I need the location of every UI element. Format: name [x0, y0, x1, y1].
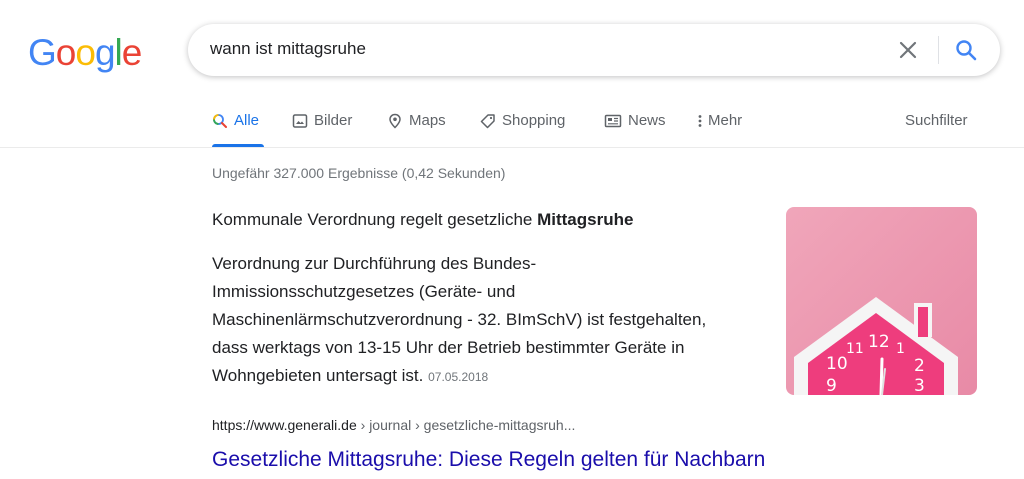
tab-maps[interactable]: Maps [387, 112, 446, 129]
tab-alle[interactable]: Alle [212, 112, 259, 129]
result-title-link[interactable]: Gesetzliche Mittagsruhe: Diese Regeln ge… [212, 448, 765, 472]
svg-text:2: 2 [914, 356, 925, 376]
header-divider [0, 147, 1024, 148]
tab-label: Alle [234, 112, 260, 129]
logo-letter: l [114, 32, 123, 73]
result-breadcrumb: › journal › gesetzliche-mittagsruh... [356, 417, 576, 433]
clear-button[interactable] [892, 34, 924, 66]
svg-text:9: 9 [826, 376, 837, 395]
logo-letter: e [121, 32, 143, 73]
tab-label: Shopping [502, 112, 566, 129]
result-url[interactable]: https://www.generali.de › journal › gese… [212, 417, 575, 433]
image-icon [292, 113, 308, 128]
logo-letter: G [28, 32, 57, 73]
search-icon [213, 113, 227, 128]
google-logo[interactable]: Google [28, 32, 143, 74]
logo-letter: o [55, 32, 77, 73]
snippet-thumbnail[interactable]: 12 1 11 10 2 9 3 [786, 207, 977, 395]
tab-shopping[interactable]: Shopping [480, 112, 565, 129]
close-icon [899, 41, 917, 59]
tab-mehr[interactable]: Mehr [697, 112, 742, 129]
logo-letter: o [75, 32, 96, 73]
more-vert-icon [698, 114, 702, 127]
search-icon [956, 40, 977, 61]
tab-label: Mehr [708, 112, 743, 129]
featured-snippet-text: Verordnung zur Durchführung des Bundes-I… [212, 250, 712, 391]
house-clock-image: 12 1 11 10 2 9 3 [786, 207, 977, 395]
newspaper-icon [604, 114, 622, 127]
snippet-title-text: Kommunale Verordnung regelt gesetzliche [212, 210, 538, 229]
featured-snippet-title: Kommunale Verordnung regelt gesetzliche … [212, 210, 633, 230]
snippet-date: 07.05.2018 [428, 370, 489, 384]
svg-text:11: 11 [846, 341, 864, 357]
snippet-body-text: Verordnung zur Durchführung des Bundes-I… [212, 254, 707, 385]
tab-bilder[interactable]: Bilder [292, 112, 352, 129]
tab-label: Bilder [314, 112, 353, 129]
tab-news[interactable]: News [604, 112, 666, 129]
snippet-title-bold: Mittagsruhe [537, 210, 634, 229]
result-domain: https://www.generali.de [212, 417, 357, 433]
suchfilter-button[interactable]: Suchfilter [905, 112, 968, 129]
search-box[interactable]: wann ist mittagsruhe [188, 24, 1000, 76]
tag-icon [480, 113, 495, 128]
search-button[interactable] [950, 34, 982, 66]
tab-label: Maps [409, 112, 446, 129]
map-pin-icon [389, 113, 401, 129]
search-divider [938, 36, 939, 64]
svg-text:3: 3 [914, 376, 925, 395]
logo-letter: g [94, 32, 116, 73]
tab-label: News [628, 112, 666, 129]
result-stats: Ungefähr 327.000 Ergebnisse (0,42 Sekund… [212, 165, 506, 181]
svg-text:12: 12 [868, 332, 890, 352]
svg-text:1: 1 [896, 341, 905, 357]
search-input[interactable]: wann ist mittagsruhe [210, 39, 366, 59]
svg-text:10: 10 [826, 354, 848, 374]
